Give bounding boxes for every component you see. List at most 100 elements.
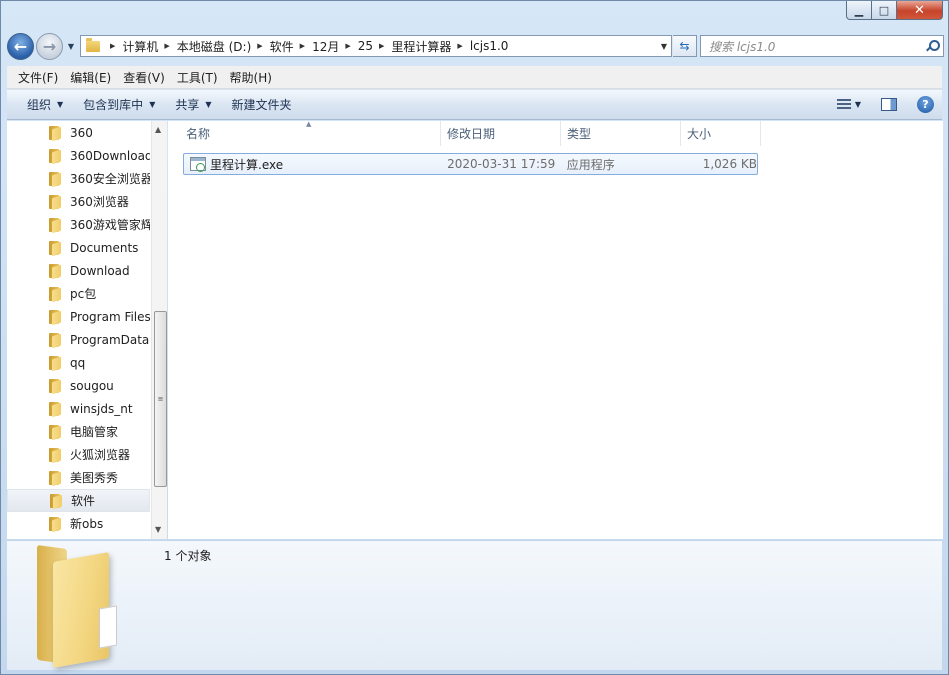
- scroll-up-icon[interactable]: ▲: [155, 125, 161, 134]
- folder-icon: [49, 401, 61, 416]
- column-header-modified[interactable]: 修改日期: [441, 121, 561, 146]
- tree-item-pc-manager[interactable]: 电脑管家: [7, 420, 150, 443]
- explorer-window: ▁ □ ✕ ← → ▼ ▶ 计算机 ▶ 本地磁盘 (D:) ▶ 软件 ▶ 12月…: [0, 0, 949, 675]
- item-count: 1 个对象: [164, 549, 212, 563]
- tree-item-programdata[interactable]: ProgramData: [7, 328, 150, 351]
- breadcrumb-separator-icon[interactable]: ▶: [300, 42, 305, 50]
- tree-item-sougou[interactable]: sougou: [7, 374, 150, 397]
- file-type: 应用程序: [566, 157, 615, 172]
- refresh-button[interactable]: ⇆: [673, 35, 697, 57]
- column-name-label: 名称: [186, 127, 211, 141]
- tree-item-label: sougou: [70, 378, 114, 393]
- folder-icon: [49, 447, 61, 462]
- column-size-label: 大小: [687, 127, 712, 141]
- folder-icon: [37, 544, 147, 668]
- breadcrumb-drive[interactable]: 本地磁盘 (D:): [177, 38, 251, 55]
- search-input[interactable]: 搜索 lcjs1.0: [700, 35, 944, 57]
- minimize-icon: ▁: [854, 3, 864, 17]
- menu-edit[interactable]: 编辑(E): [64, 69, 117, 86]
- application-icon: [190, 157, 206, 172]
- view-dropdown-icon[interactable]: ▼: [855, 100, 861, 109]
- tree-item-360-game-manager[interactable]: 360游戏管家辉: [7, 213, 150, 236]
- scrollbar-thumb[interactable]: ≡: [154, 311, 167, 487]
- address-dropdown-icon[interactable]: ▼: [657, 42, 671, 51]
- chevron-down-icon: ▼: [67, 41, 75, 51]
- tree-item-label: 360浏览器: [70, 195, 129, 209]
- breadcrumb-separator-icon[interactable]: ▶: [457, 42, 462, 50]
- tree-item-qq[interactable]: qq: [7, 351, 150, 374]
- tree-item-new-obs[interactable]: 新obs: [7, 512, 150, 535]
- address-bar[interactable]: ▶ 计算机 ▶ 本地磁盘 (D:) ▶ 软件 ▶ 12月 ▶ 25 ▶ 里程计算…: [80, 35, 672, 57]
- close-button[interactable]: ✕: [897, 1, 943, 20]
- column-header-type[interactable]: 类型: [561, 121, 681, 146]
- recent-pages-dropdown[interactable]: ▼: [65, 42, 77, 51]
- folder-icon: [49, 171, 61, 186]
- command-bar: 组织 ▼ 包含到库中 ▼ 共享 ▼ 新建文件夹 ▼ ?: [7, 90, 942, 120]
- folder-icon: [49, 148, 61, 163]
- column-header-name[interactable]: 名称 ▲: [168, 120, 441, 146]
- tree-item-download[interactable]: Download: [7, 259, 150, 282]
- share-button[interactable]: 共享 ▼: [165, 90, 221, 119]
- minimize-button[interactable]: ▁: [846, 1, 872, 20]
- breadcrumb-software[interactable]: 软件: [270, 38, 294, 55]
- new-folder-button[interactable]: 新建文件夹: [222, 90, 302, 119]
- tree-item-software[interactable]: 软件: [7, 489, 150, 512]
- tree-item-label: Program Files: [70, 309, 150, 324]
- scroll-down-icon[interactable]: ▼: [155, 525, 161, 534]
- menu-help[interactable]: 帮助(H): [224, 69, 278, 86]
- new-folder-label: 新建文件夹: [231, 98, 292, 112]
- folder-icon: [49, 263, 61, 278]
- tree-item-pc-bao[interactable]: pc包: [7, 282, 150, 305]
- tree-item-winsjds-nt[interactable]: winsjds_nt: [7, 397, 150, 420]
- search-placeholder: 搜索 lcjs1.0: [709, 39, 776, 54]
- forward-button[interactable]: →: [36, 32, 63, 60]
- navigation-bar: ← → ▼ ▶ 计算机 ▶ 本地磁盘 (D:) ▶ 软件 ▶ 12月 ▶ 25 …: [7, 30, 944, 62]
- breadcrumb-separator-icon[interactable]: ▶: [257, 42, 262, 50]
- tree-item-360[interactable]: 360: [7, 121, 150, 144]
- close-icon: ✕: [914, 2, 925, 18]
- share-label: 共享: [175, 98, 200, 112]
- tree-item-label: 火狐浏览器: [70, 448, 131, 462]
- navpane-scrollbar[interactable]: ▲ ≡ ▼: [151, 121, 167, 539]
- tree-item-360-safe-browser[interactable]: 360安全浏览器: [7, 167, 150, 190]
- folder-icon: [49, 516, 61, 531]
- breadcrumb-separator-icon[interactable]: ▶: [164, 42, 169, 50]
- organize-button[interactable]: 组织 ▼: [17, 90, 73, 119]
- breadcrumb-separator-icon[interactable]: ▶: [379, 42, 384, 50]
- breadcrumb-december[interactable]: 12月: [312, 38, 339, 55]
- folder-icon: [50, 493, 62, 508]
- breadcrumb-calculator[interactable]: 里程计算器: [391, 38, 451, 55]
- tree-item-360download[interactable]: 360Download: [7, 144, 150, 167]
- help-icon[interactable]: ?: [917, 96, 934, 113]
- maximize-button[interactable]: □: [872, 1, 897, 20]
- preview-pane-icon[interactable]: [881, 98, 897, 111]
- column-header-size[interactable]: 大小: [681, 121, 761, 146]
- table-row[interactable]: 里程计算.exe 2020-03-31 17:59 应用程序 1,026 KB: [183, 153, 758, 175]
- tree-item-meitu[interactable]: 美图秀秀: [7, 466, 150, 489]
- search-icon[interactable]: [926, 40, 940, 52]
- breadcrumb-separator-icon[interactable]: ▶: [110, 42, 115, 50]
- folder-icon: [49, 355, 61, 370]
- folder-icon: [49, 125, 61, 140]
- menu-file[interactable]: 文件(F): [12, 69, 64, 86]
- breadcrumb-computer[interactable]: 计算机: [122, 38, 158, 55]
- file-name: 里程计算.exe: [210, 157, 284, 172]
- breadcrumb-25[interactable]: 25: [358, 39, 373, 53]
- menu-tools[interactable]: 工具(T): [171, 69, 224, 86]
- back-button[interactable]: ←: [7, 32, 34, 60]
- view-options-icon[interactable]: [836, 98, 851, 111]
- menu-bar: 文件(F) 编辑(E) 查看(V) 工具(T) 帮助(H): [7, 66, 942, 89]
- menu-view[interactable]: 查看(V): [117, 69, 171, 86]
- breadcrumb-current[interactable]: lcjs1.0: [470, 39, 509, 53]
- tree-item-program-files[interactable]: Program Files: [7, 305, 150, 328]
- forward-arrow-icon: →: [42, 36, 57, 56]
- include-in-library-button[interactable]: 包含到库中 ▼: [73, 90, 165, 119]
- tree-item-360-browser[interactable]: 360浏览器: [7, 190, 150, 213]
- breadcrumb-separator-icon[interactable]: ▶: [345, 42, 350, 50]
- tree-item-label: 360游戏管家辉: [70, 218, 150, 232]
- file-list: 名称 ▲ 修改日期 类型 大小 里程计算.exe 2020-03-31 17:5…: [168, 120, 943, 539]
- column-modified-label: 修改日期: [447, 127, 496, 141]
- tree-item-documents[interactable]: Documents: [7, 236, 150, 259]
- details-pane: 1 个对象: [7, 540, 942, 670]
- tree-item-firefox[interactable]: 火狐浏览器: [7, 443, 150, 466]
